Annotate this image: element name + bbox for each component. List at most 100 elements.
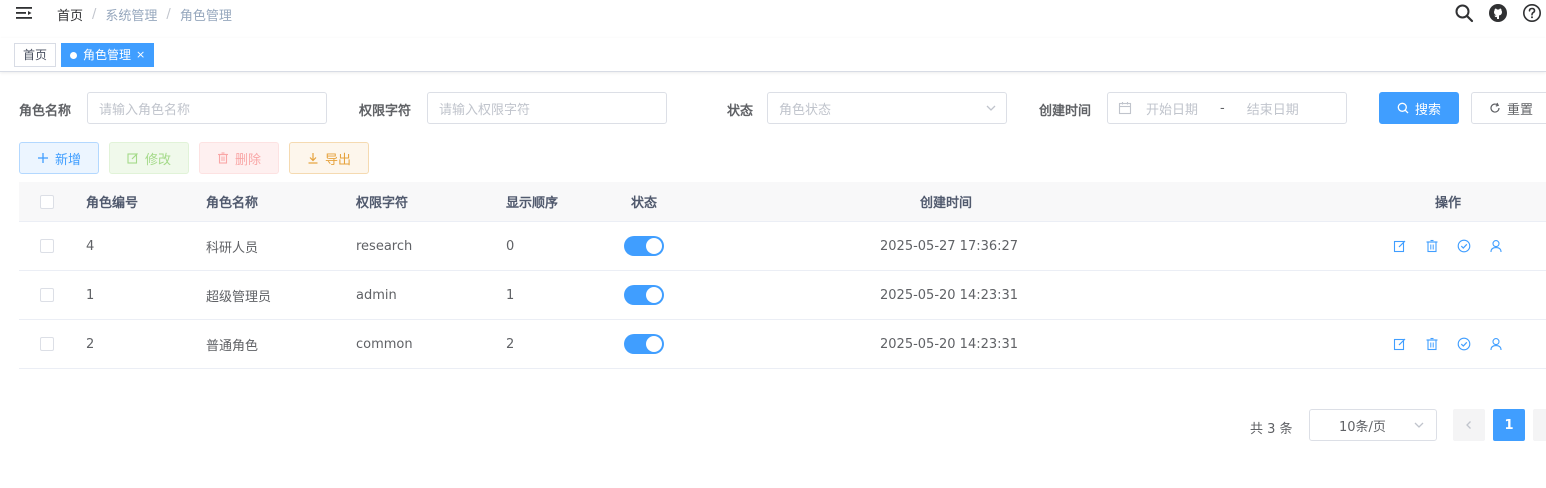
cell-created: 2025-05-27 17:36:27 — [880, 238, 1019, 254]
breadcrumb-home[interactable]: 首页 — [57, 5, 83, 24]
row-checkbox[interactable] — [40, 337, 54, 351]
delete-icon[interactable] — [1424, 238, 1440, 254]
status-label: 状态 — [727, 104, 754, 119]
navbar-tools — [1454, 3, 1542, 23]
reset-button[interactable]: 重置 — [1471, 92, 1546, 124]
delete-button-label: 删除 — [234, 152, 261, 168]
cell-order: 0 — [506, 238, 515, 254]
cell-role-key: research — [356, 238, 413, 254]
col-role-id: 角色编号 — [86, 196, 139, 211]
chevron-down-icon — [1413, 419, 1425, 431]
row-checkbox[interactable] — [40, 239, 54, 253]
user-icon[interactable] — [1488, 238, 1504, 254]
export-button[interactable]: 导出 — [289, 142, 369, 174]
select-all-checkbox[interactable] — [40, 194, 54, 209]
edit-icon — [127, 152, 139, 164]
search-button[interactable]: 搜索 — [1379, 92, 1459, 124]
cell-role-key: admin — [356, 287, 397, 303]
chevron-down-icon — [985, 102, 997, 114]
add-button[interactable]: 新增 — [19, 142, 99, 174]
cell-role-name: 普通角色 — [206, 338, 259, 354]
chevron-left-icon — [1464, 420, 1474, 430]
cell-order: 2 — [506, 336, 515, 352]
refresh-icon — [1489, 102, 1501, 114]
pagination-total: 共 3 条 — [1250, 422, 1293, 437]
status-placeholder: 角色状态 — [779, 102, 832, 118]
add-button-label: 新增 — [54, 152, 81, 168]
status-switch[interactable] — [624, 285, 664, 305]
role-name-placeholder: 请输入角色名称 — [99, 102, 191, 118]
row-checkbox[interactable] — [40, 288, 54, 302]
col-role-key: 权限字符 — [356, 196, 409, 211]
search-icon — [1397, 102, 1409, 114]
row-actions — [1392, 336, 1504, 352]
created-time-label: 创建时间 — [1039, 104, 1092, 119]
breadcrumb: 首页 / 系统管理 / 角色管理 — [57, 5, 232, 24]
tag-label: 角色管理 — [83, 48, 132, 62]
table-header: 角色编号 角色名称 权限字符 显示顺序 状态 创建时间 操作 — [19, 182, 1546, 222]
col-order: 显示顺序 — [506, 196, 559, 211]
page-size-value: 10条/页 — [1339, 419, 1386, 435]
cell-role-key: common — [356, 336, 413, 352]
tag-role-management[interactable]: 角色管理 × — [61, 43, 155, 67]
status-select[interactable]: 角色状态 — [767, 92, 1007, 124]
export-button-label: 导出 — [324, 152, 351, 168]
cell-role-id: 1 — [86, 287, 95, 303]
help-icon[interactable] — [1522, 3, 1542, 23]
end-date-input[interactable]: 结束日期 — [1247, 99, 1299, 118]
tag-label: 首页 — [23, 48, 48, 62]
active-dot-icon — [70, 51, 77, 59]
role-key-input[interactable]: 请输入权限字符 — [427, 92, 667, 124]
navbar: 首页 / 系统管理 / 角色管理 — [0, 0, 1546, 38]
download-icon — [307, 152, 319, 164]
reset-button-label: 重置 — [1506, 102, 1533, 118]
search-icon[interactable] — [1454, 3, 1474, 23]
user-icon[interactable] — [1488, 336, 1504, 352]
edit-icon[interactable] — [1392, 238, 1408, 254]
col-created: 创建时间 — [920, 196, 973, 211]
cell-created: 2025-05-20 14:23:31 — [880, 336, 1019, 352]
col-actions: 操作 — [1435, 196, 1462, 211]
prev-page-button[interactable] — [1453, 409, 1485, 441]
plus-icon — [37, 152, 49, 164]
breadcrumb-system: 系统管理 — [105, 9, 158, 24]
role-name-label: 角色名称 — [19, 104, 72, 119]
delete-button[interactable]: 删除 — [199, 142, 279, 174]
table-row: 4 科研人员 research 0 2025-05-27 17:36:27 — [19, 222, 1546, 271]
role-name-input[interactable]: 请输入角色名称 — [87, 92, 327, 124]
hamburger-menu-icon[interactable] — [15, 4, 33, 22]
delete-icon[interactable] — [1424, 336, 1440, 352]
table-row: 1 超级管理员 admin 1 2025-05-20 14:23:31 — [19, 271, 1546, 320]
col-status: 状态 — [631, 196, 658, 211]
tag-home[interactable]: 首页 — [14, 43, 57, 67]
breadcrumb-current: 角色管理 — [179, 9, 232, 24]
edit-icon[interactable] — [1392, 336, 1408, 352]
cell-order: 1 — [506, 287, 515, 303]
check-circle-icon[interactable] — [1456, 238, 1472, 254]
start-date-input[interactable]: 开始日期 — [1146, 99, 1198, 118]
role-key-label: 权限字符 — [359, 104, 412, 119]
status-switch[interactable] — [624, 334, 664, 354]
breadcrumb-separator: / — [166, 7, 171, 22]
github-icon[interactable] — [1488, 3, 1508, 23]
date-range-picker[interactable]: 开始日期 - 结束日期 — [1107, 92, 1347, 124]
calendar-icon — [1118, 101, 1132, 115]
page-number-button[interactable]: 1 — [1493, 409, 1525, 441]
next-page-button[interactable] — [1533, 409, 1546, 441]
status-switch[interactable] — [624, 236, 664, 256]
close-icon[interactable]: × — [136, 44, 145, 66]
row-actions — [1392, 238, 1504, 254]
edit-button-label: 修改 — [144, 152, 171, 168]
check-circle-icon[interactable] — [1456, 336, 1472, 352]
page-size-select[interactable]: 10条/页 — [1309, 409, 1437, 441]
cell-created: 2025-05-20 14:23:31 — [880, 287, 1019, 303]
search-button-label: 搜索 — [1414, 102, 1441, 118]
col-role-name: 角色名称 — [206, 196, 259, 211]
cell-role-name: 超级管理员 — [206, 289, 272, 305]
breadcrumb-separator: / — [92, 7, 97, 22]
edit-button[interactable]: 修改 — [109, 142, 189, 174]
cell-role-id: 2 — [86, 336, 95, 352]
role-key-placeholder: 请输入权限字符 — [439, 102, 531, 118]
table-row: 2 普通角色 common 2 2025-05-20 14:23:31 — [19, 320, 1546, 369]
role-table: 角色编号 角色名称 权限字符 显示顺序 状态 创建时间 操作 4 科研人员 re… — [19, 182, 1546, 369]
